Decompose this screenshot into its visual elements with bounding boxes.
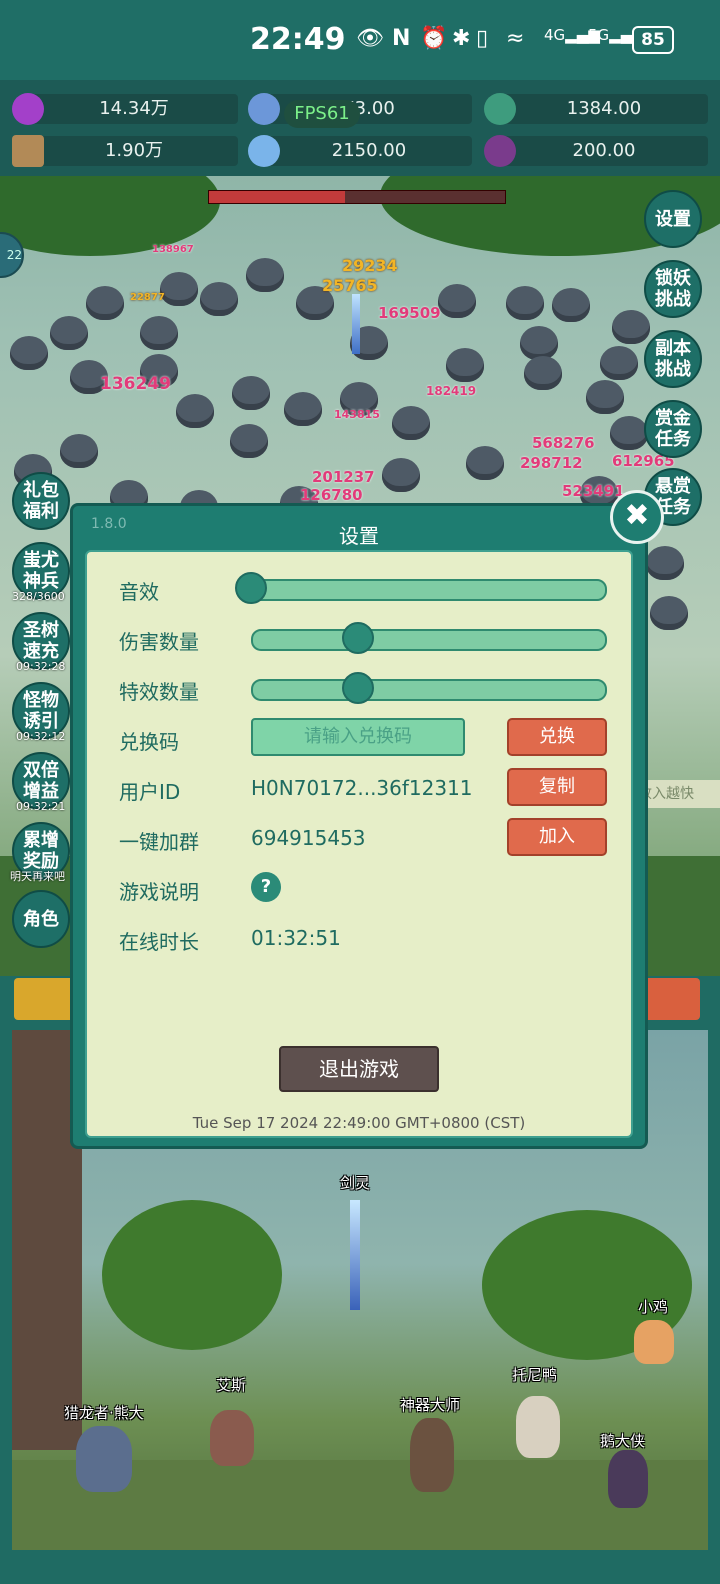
effects-count-slider-knob[interactable]	[341, 672, 374, 704]
settings-panel: 音效 伤害数量 特效数量 兑换码 请输入兑换码 兑换 用户ID H0N70172…	[85, 550, 633, 1138]
redeem-code-input[interactable]: 请输入兑换码	[251, 718, 465, 756]
dialog-overlay: 1.8.0 设置 音效 伤害数量 特效数量 兑换码 请输入兑换码 兑换 用户ID…	[0, 0, 720, 1584]
redeem-code-label: 兑换码	[119, 730, 179, 754]
join-group-label: 一键加群	[119, 830, 199, 854]
user-id-label: 用户ID	[119, 780, 181, 804]
server-timestamp: Tue Sep 17 2024 22:49:00 GMT+0800 (CST)	[192, 1114, 526, 1132]
online-time-label: 在线时长	[119, 930, 199, 954]
help-button[interactable]: ?	[251, 872, 281, 902]
redeem-button[interactable]: 兑换	[507, 718, 607, 756]
effects-count-slider[interactable]	[251, 679, 607, 701]
sound-label: 音效	[119, 580, 159, 604]
close-icon[interactable]: ✖	[610, 490, 664, 544]
copy-button[interactable]: 复制	[507, 768, 607, 806]
group-number: 694915453	[251, 826, 366, 850]
game-guide-label: 游戏说明	[119, 880, 199, 904]
sound-slider[interactable]	[251, 579, 607, 601]
damage-count-slider[interactable]	[251, 629, 607, 651]
sound-slider-knob[interactable]	[235, 572, 267, 604]
settings-dialog: 1.8.0 设置 音效 伤害数量 特效数量 兑换码 请输入兑换码 兑换 用户ID…	[70, 503, 648, 1149]
online-time-value: 01:32:51	[251, 926, 341, 950]
damage-count-slider-knob[interactable]	[341, 622, 374, 654]
join-button[interactable]: 加入	[507, 818, 607, 856]
quit-game-button[interactable]: 退出游戏	[279, 1046, 439, 1092]
user-id-value: H0N70172...36f12311	[251, 776, 473, 800]
effects-count-label: 特效数量	[119, 680, 199, 704]
damage-count-label: 伤害数量	[119, 630, 199, 654]
dialog-title: 设置	[339, 524, 379, 548]
